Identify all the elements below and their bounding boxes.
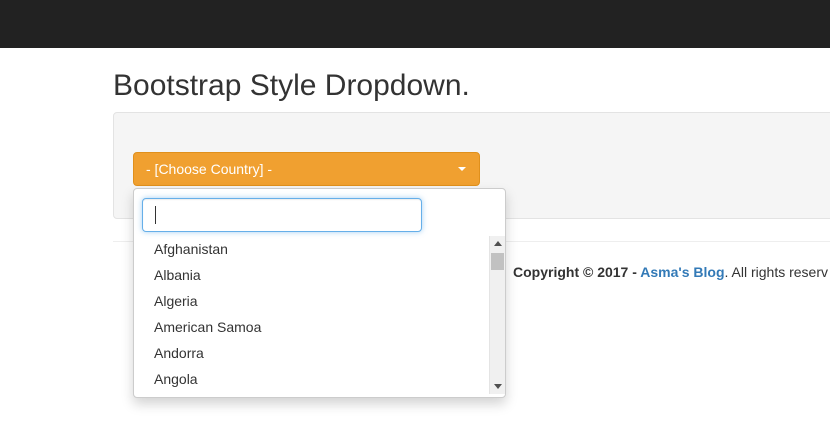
- choose-country-dropdown-button[interactable]: - [Choose Country] -: [133, 152, 480, 186]
- country-options-list[interactable]: Afghanistan Albania Algeria American Sam…: [134, 236, 489, 396]
- scroll-down-arrow-icon[interactable]: [494, 384, 502, 389]
- options-scrollbar[interactable]: [489, 236, 505, 394]
- country-option[interactable]: American Samoa: [134, 314, 489, 340]
- rights-text: . All rights reserv: [724, 264, 828, 280]
- country-option[interactable]: Albania: [134, 262, 489, 288]
- scroll-thumb[interactable]: [491, 253, 504, 270]
- dropdown-menu: Afghanistan Albania Algeria American Sam…: [133, 188, 506, 398]
- page-title: Bootstrap Style Dropdown.: [113, 69, 470, 102]
- copyright-text: Copyright © 2017 -: [513, 264, 641, 280]
- top-navbar: [0, 0, 830, 48]
- scroll-up-arrow-icon[interactable]: [494, 241, 502, 246]
- country-option[interactable]: Algeria: [134, 288, 489, 314]
- country-option[interactable]: Andorra: [134, 340, 489, 366]
- footer-copyright: Copyright © 2017 - Asma's Blog. All righ…: [513, 263, 828, 281]
- country-option[interactable]: Angola: [134, 366, 489, 392]
- dropdown-button-label: - [Choose Country] -: [146, 161, 273, 177]
- country-option[interactable]: Afghanistan: [134, 236, 489, 262]
- caret-down-icon: [458, 167, 466, 171]
- text-cursor: [155, 206, 156, 224]
- country-search-input[interactable]: [142, 198, 422, 232]
- blog-link[interactable]: Asma's Blog: [640, 264, 724, 280]
